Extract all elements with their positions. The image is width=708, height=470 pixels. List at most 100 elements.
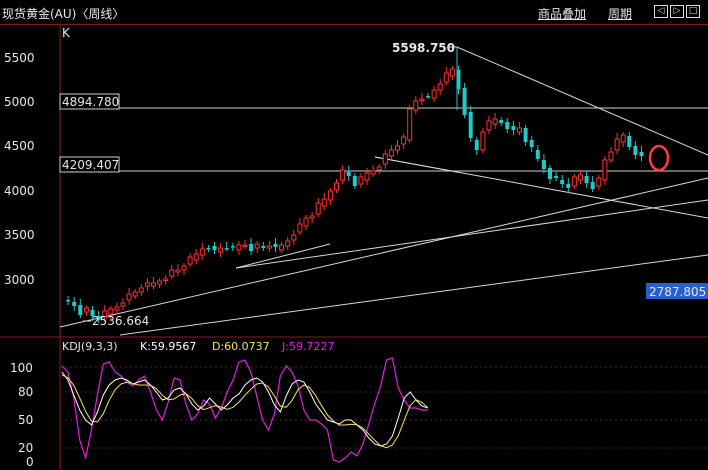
kdj-tick-100: 100 <box>10 361 33 375</box>
level-value-lower: 4209.407 <box>62 158 119 172</box>
nav-right-icon[interactable]: ▷ <box>670 5 684 18</box>
candle-body <box>364 172 370 181</box>
candle-body <box>578 174 583 181</box>
candle-body <box>66 300 71 302</box>
maximize-icon[interactable]: □ <box>686 5 700 18</box>
candle-body <box>614 138 620 151</box>
candle-body <box>529 140 534 147</box>
y-tick-5500: 5500 <box>4 51 35 65</box>
candle-body <box>279 244 285 251</box>
kdj-tick-0: 0 <box>26 455 34 469</box>
candle-body <box>297 223 303 233</box>
candle-body <box>499 120 504 123</box>
candle-body <box>334 182 339 191</box>
candle-body <box>443 72 449 83</box>
candle-body <box>266 245 272 249</box>
candle-body <box>327 190 333 201</box>
candle-body <box>602 159 608 181</box>
y-tick-3000: 3000 <box>4 273 35 287</box>
candle-body <box>291 234 297 241</box>
candle-body <box>437 83 443 91</box>
candle-body <box>230 246 235 248</box>
kdj-tick-20: 20 <box>18 441 33 455</box>
candle-body <box>187 256 193 265</box>
candle-body <box>505 122 510 129</box>
candle-body <box>560 180 565 184</box>
candle-body <box>346 172 351 176</box>
high-label: 5598.750 <box>392 41 455 55</box>
kdj-k-value: K:59.9567 <box>140 340 196 353</box>
candle-body <box>72 302 77 306</box>
candle-body <box>175 269 181 273</box>
trendline-support-2 <box>235 199 708 269</box>
candle-body <box>224 248 229 250</box>
candle-body <box>370 170 376 175</box>
candle-body <box>254 243 260 249</box>
low-label: 2536.664 <box>92 314 149 328</box>
candle-body <box>395 145 400 151</box>
candle-body <box>535 150 540 159</box>
current-price-value: 2787.805 <box>649 285 706 299</box>
overlay-commodity-button[interactable]: 商品叠加 <box>538 5 586 22</box>
candle-body <box>590 182 595 189</box>
chart-area[interactable]: K 5500 5000 4500 4000 3500 3000 4894.780… <box>0 25 708 470</box>
candle-body <box>212 246 217 250</box>
candle-body <box>620 134 626 143</box>
candle-body <box>340 169 346 181</box>
y-tick-4000: 4000 <box>4 184 35 198</box>
candle-body <box>426 96 430 98</box>
candle-body <box>401 136 407 145</box>
candle-body <box>382 153 388 165</box>
candle-body <box>218 247 224 253</box>
trendline-support-3 <box>119 254 708 336</box>
candle-body <box>303 217 309 227</box>
candle-body <box>285 240 291 247</box>
candle-body <box>169 269 175 277</box>
nav-left-icon[interactable]: ◁ <box>654 5 668 18</box>
candlestick-series <box>66 47 644 323</box>
candle-body <box>193 253 199 261</box>
candle-body <box>206 248 211 250</box>
candle-body <box>388 149 394 157</box>
chart-header: 现货黄金(AU)〈周线〉 商品叠加 周期 ◁ ▷ □ <box>0 0 708 25</box>
chart-title: 现货黄金(AU)〈周线〉 <box>2 7 125 21</box>
candle-body <box>163 278 169 281</box>
candle-body <box>376 166 382 171</box>
candle-body <box>639 152 644 156</box>
candle-body <box>132 291 138 297</box>
candle-body <box>431 89 437 99</box>
candle-body <box>151 282 156 287</box>
y-tick-3500: 3500 <box>4 228 35 242</box>
candle-body <box>181 265 187 271</box>
candle-body <box>114 306 120 311</box>
candle-body <box>633 146 638 155</box>
candle-body <box>548 168 552 179</box>
candle-body <box>468 112 473 138</box>
candle-body <box>492 118 498 125</box>
candle-body <box>511 126 516 130</box>
candle-body <box>236 244 242 251</box>
candle-body <box>449 68 455 77</box>
candle-body <box>480 131 486 151</box>
kdj-tick-80: 80 <box>18 385 33 399</box>
candle-body <box>352 176 357 186</box>
candle-body <box>242 244 248 247</box>
period-button[interactable]: 周期 <box>608 5 632 22</box>
candle-body <box>321 198 327 207</box>
candle-body <box>157 280 163 285</box>
candle-body <box>571 176 577 187</box>
kdj-j-value: J:59.7227 <box>281 340 334 353</box>
candle-body <box>596 177 602 187</box>
candle-body <box>315 202 321 215</box>
candle-body <box>138 287 144 293</box>
candle-body <box>486 120 492 131</box>
candle-body <box>462 88 467 115</box>
candle-body <box>144 282 150 287</box>
candle-body <box>584 176 589 183</box>
kdj-j-line <box>61 357 428 463</box>
candle-body <box>413 100 419 111</box>
candle-body <box>78 305 83 315</box>
candle-body <box>523 128 528 142</box>
candle-body <box>566 184 571 188</box>
candle-body <box>120 302 126 307</box>
